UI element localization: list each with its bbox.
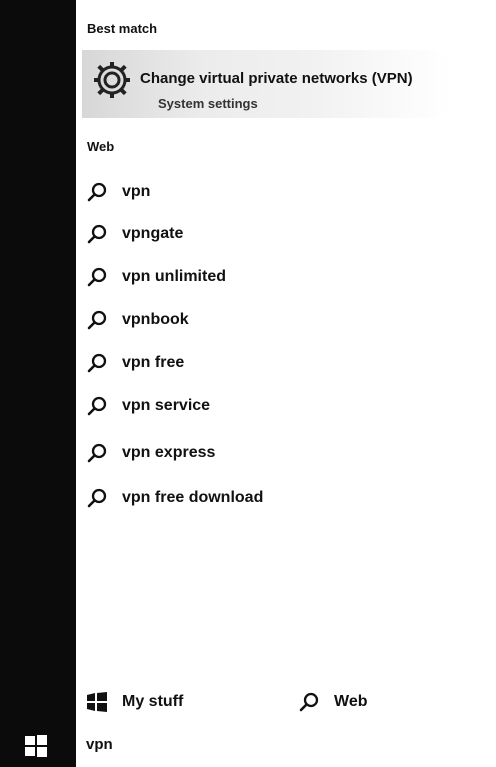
web-result-item[interactable]: vpn unlimited [82, 262, 442, 292]
best-match-header: Best match [87, 21, 158, 36]
web-section-header: Web [87, 139, 115, 154]
search-icon [299, 692, 319, 712]
search-icon [87, 224, 107, 244]
search-icon [87, 267, 107, 287]
windows-logo-icon [25, 735, 47, 757]
web-result-label: vpn unlimited [122, 268, 226, 285]
web-result-label: vpn free download [122, 489, 264, 506]
web-tab-label: Web [334, 693, 368, 710]
search-query-text[interactable]: vpn [86, 736, 113, 753]
web-result-item[interactable]: vpngate [82, 219, 442, 249]
web-result-label: vpn [122, 183, 151, 200]
windows-flag-icon [87, 692, 107, 712]
my-stuff-tab[interactable]: My stuff [86, 688, 266, 716]
web-result-item[interactable]: vpn service [82, 391, 442, 421]
my-stuff-label: My stuff [122, 693, 184, 710]
best-match-title: Change virtual private networks (VPN) [140, 70, 413, 87]
web-result-label: vpn express [122, 444, 216, 461]
start-left-rail [0, 0, 76, 767]
search-icon [87, 353, 107, 373]
web-result-label: vpngate [122, 225, 184, 242]
start-button[interactable] [23, 733, 49, 759]
search-icon [87, 182, 107, 202]
search-icon [87, 443, 107, 463]
web-result-label: vpn free [122, 354, 185, 371]
web-result-item[interactable]: vpn free [82, 348, 442, 378]
web-result-item[interactable]: vpnbook [82, 305, 442, 335]
web-result-label: vpn service [122, 397, 211, 414]
best-match-subtitle: System settings [158, 96, 258, 111]
web-tab[interactable]: Web [298, 688, 448, 716]
best-match-result[interactable]: Change virtual private networks (VPN) Sy… [82, 50, 492, 118]
gear-icon [94, 62, 130, 98]
web-result-item[interactable]: vpn [82, 177, 442, 207]
search-icon [87, 488, 107, 508]
web-result-item[interactable]: vpn express [82, 438, 442, 468]
web-result-label: vpnbook [122, 311, 189, 328]
search-icon [87, 396, 107, 416]
search-icon [87, 310, 107, 330]
web-result-item[interactable]: vpn free download [82, 483, 442, 513]
